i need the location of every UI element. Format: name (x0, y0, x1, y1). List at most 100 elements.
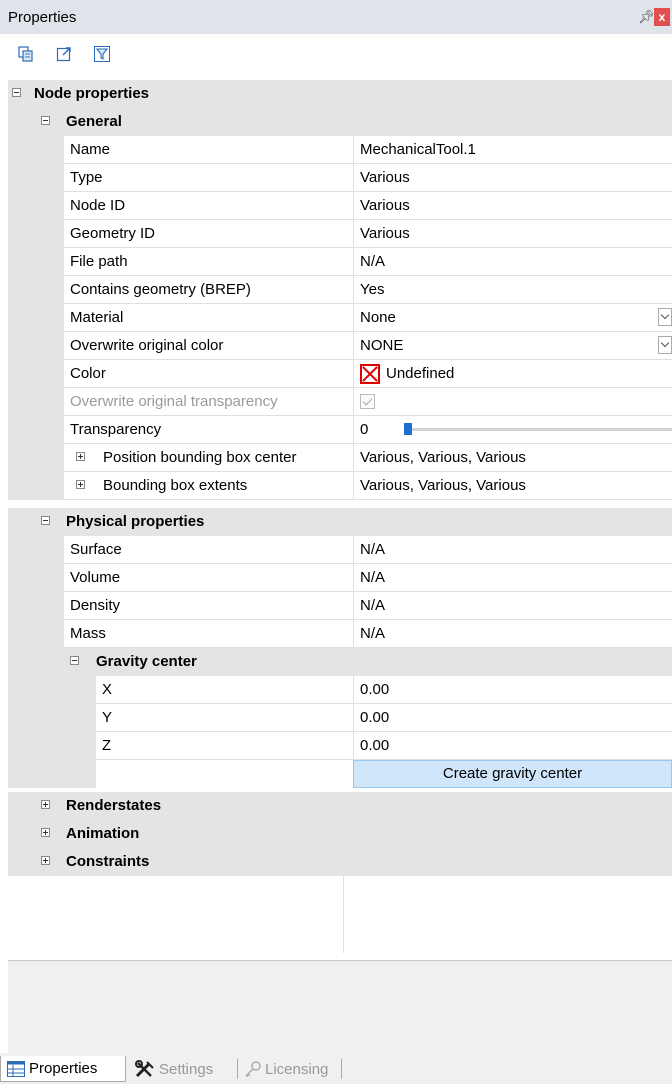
property-value[interactable]: N/A (353, 592, 672, 619)
pin-icon[interactable]: 📌︎ (638, 9, 655, 25)
category-label: Animation (66, 825, 140, 842)
property-value[interactable]: N/A (353, 536, 672, 563)
category-animation[interactable]: Animation (8, 820, 672, 848)
export-icon[interactable] (56, 46, 72, 62)
collapse-icon[interactable] (41, 516, 50, 525)
tools-icon (135, 1060, 154, 1078)
property-name: Bounding box extents (103, 477, 248, 494)
category-label: Renderstates (66, 797, 162, 814)
expand-icon[interactable] (76, 452, 85, 461)
overwrite-color-dropdown[interactable]: NONE (353, 332, 672, 359)
property-name: Overwrite original transparency (70, 393, 278, 410)
overwrite-transparency-checkbox[interactable] (360, 394, 375, 409)
property-value[interactable]: 0.00 (353, 676, 672, 703)
chevron-down-icon[interactable] (658, 336, 672, 354)
property-row-overwrite-transparency[interactable]: Overwrite original transparency (8, 388, 672, 416)
category-physical-properties[interactable]: Physical properties (8, 508, 672, 536)
collapse-icon[interactable] (70, 656, 79, 665)
property-row-volume[interactable]: Volume N/A (8, 564, 672, 592)
panel-tabs: Properties Settings Licensing (0, 1053, 672, 1084)
tab-label: Settings (159, 1060, 214, 1078)
property-row-create-gravity: Create gravity center (8, 760, 672, 788)
property-row-type[interactable]: Type Various (8, 164, 672, 192)
property-value[interactable]: N/A (353, 248, 672, 275)
property-row-surface[interactable]: Surface N/A (8, 536, 672, 564)
category-general[interactable]: General (8, 108, 672, 136)
property-name: Overwrite original color (70, 337, 224, 354)
color-value-label: Undefined (386, 365, 455, 382)
property-value[interactable]: N/A (353, 564, 672, 591)
collapse-icon[interactable] (12, 88, 21, 97)
property-row-mass[interactable]: Mass N/A (8, 620, 672, 648)
panel-title: Properties (8, 8, 77, 26)
overwrite-transparency-value (353, 388, 672, 415)
material-dropdown[interactable]: None (353, 304, 672, 331)
property-value[interactable]: 0.00 (353, 732, 672, 759)
tab-settings[interactable]: Settings (134, 1056, 213, 1082)
filter-icon[interactable] (94, 46, 110, 62)
property-row-contains-geometry[interactable]: Contains geometry (BREP) Yes (8, 276, 672, 304)
transparency-slider-track[interactable] (404, 428, 672, 431)
collapse-icon[interactable] (41, 116, 50, 125)
column-divider (343, 876, 344, 953)
tab-properties[interactable]: Properties (0, 1056, 126, 1082)
transparency-slider-thumb[interactable] (404, 423, 412, 435)
tab-licensing[interactable]: Licensing (244, 1056, 328, 1082)
property-row-color[interactable]: Color Undefined (8, 360, 672, 388)
property-row-transparency[interactable]: Transparency 0 (8, 416, 672, 444)
copy-icon[interactable] (18, 46, 34, 62)
property-row-material[interactable]: Material None (8, 304, 672, 332)
property-row-bbox-center[interactable]: Position bounding box center Various, Va… (8, 444, 672, 472)
property-value[interactable]: Various, Various, Various (353, 472, 672, 499)
properties-icon (7, 1060, 25, 1077)
property-name: Contains geometry (BREP) (70, 281, 251, 298)
property-row-x[interactable]: X 0.00 (8, 676, 672, 704)
property-name: Position bounding box center (103, 449, 297, 466)
category-label: Constraints (66, 853, 150, 870)
property-value[interactable]: Yes (353, 276, 672, 303)
property-row-y[interactable]: Y 0.00 (8, 704, 672, 732)
expand-icon[interactable] (76, 480, 85, 489)
property-name: Volume (70, 569, 121, 586)
create-gravity-center-button[interactable]: Create gravity center (353, 760, 672, 788)
category-constraints[interactable]: Constraints (8, 848, 672, 876)
property-name: Geometry ID (70, 225, 156, 242)
property-value[interactable]: N/A (353, 620, 672, 647)
property-name: Density (70, 597, 121, 614)
category-gravity-center[interactable]: Gravity center (8, 648, 672, 676)
close-button[interactable]: x (654, 8, 670, 26)
transparency-value[interactable]: 0 (353, 416, 672, 443)
property-name: Y (102, 709, 113, 726)
property-value[interactable]: Various (353, 220, 672, 247)
property-value[interactable]: MechanicalTool.1 (353, 136, 672, 163)
property-row-geometry-id[interactable]: Geometry ID Various (8, 220, 672, 248)
chevron-down-icon[interactable] (658, 308, 672, 326)
property-value[interactable]: Various (353, 192, 672, 219)
expand-icon[interactable] (41, 828, 50, 837)
property-name: X (102, 681, 113, 698)
category-label: Gravity center (96, 653, 197, 670)
property-name: Node ID (70, 197, 126, 214)
property-row-node-id[interactable]: Node ID Various (8, 192, 672, 220)
property-value[interactable]: 0.00 (353, 704, 672, 731)
property-row-file-path[interactable]: File path N/A (8, 248, 672, 276)
dropdown-value: NONE (360, 337, 404, 354)
property-value[interactable]: Various (353, 164, 672, 191)
property-row-name[interactable]: Name MechanicalTool.1 (8, 136, 672, 164)
dropdown-value: None (360, 309, 396, 326)
category-node-properties[interactable]: Node properties (8, 80, 672, 108)
property-row-z[interactable]: Z 0.00 (8, 732, 672, 760)
property-name: Material (70, 309, 124, 326)
property-name: Name (70, 141, 111, 158)
property-name: File path (70, 253, 128, 270)
property-value[interactable]: Various, Various, Various (353, 444, 672, 471)
expand-icon[interactable] (41, 800, 50, 809)
property-row-overwrite-color[interactable]: Overwrite original color NONE (8, 332, 672, 360)
color-value[interactable]: Undefined (353, 360, 672, 387)
property-row-bbox-extents[interactable]: Bounding box extents Various, Various, V… (8, 472, 672, 500)
expand-icon[interactable] (41, 856, 50, 865)
tab-separator (237, 1059, 238, 1079)
description-panel (8, 960, 672, 1055)
category-renderstates[interactable]: Renderstates (8, 792, 672, 820)
property-row-density[interactable]: Density N/A (8, 592, 672, 620)
